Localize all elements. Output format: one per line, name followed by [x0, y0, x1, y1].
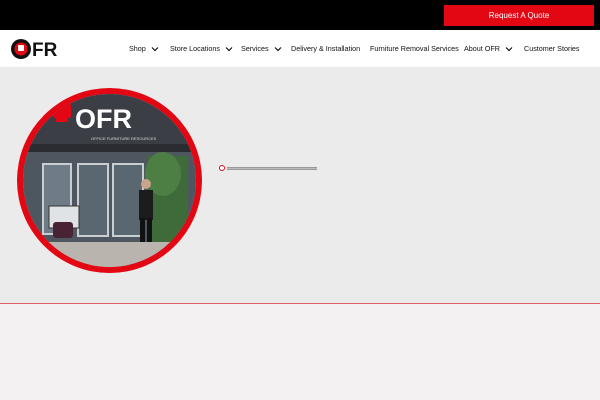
chevron-down-icon — [225, 46, 233, 51]
storefront-photo-frame: OFR OFFICE FURNITURE RESOURCES — [17, 88, 202, 273]
nav-shop[interactable]: Shop — [129, 30, 159, 67]
chevron-down-icon — [151, 46, 159, 51]
nav-label: Shop — [129, 44, 146, 53]
nav-label: Services — [241, 44, 269, 53]
nav-label: Delivery & Installation — [291, 44, 361, 53]
nav-label: Furniture Removal Services — [370, 44, 459, 53]
storefront-photo: OFR OFFICE FURNITURE RESOURCES — [23, 94, 196, 267]
top-bar: Request A Quote — [0, 0, 600, 30]
hero-slider-indicator[interactable] — [219, 164, 319, 172]
nav-customer-stories[interactable]: Customer Stories — [524, 30, 580, 67]
nav-delivery-installation[interactable]: Delivery & Installation — [291, 30, 360, 67]
nav-furniture-removal[interactable]: Furniture Removal Services — [370, 30, 459, 67]
nav-label: Store Locations — [170, 44, 220, 53]
storefront-sign-text: OFR — [75, 104, 132, 134]
chevron-down-icon — [274, 46, 281, 51]
request-quote-button[interactable]: Request A Quote — [444, 5, 594, 26]
nav-services[interactable]: Services — [241, 30, 282, 67]
slider-track[interactable] — [227, 166, 317, 170]
chevron-down-icon — [505, 46, 513, 51]
lower-section — [0, 304, 600, 400]
nav-label: Customer Stories — [524, 44, 580, 53]
nav-store-locations[interactable]: Store Locations — [170, 30, 233, 67]
nav-about-ofr[interactable]: About OFR — [464, 30, 513, 67]
nav-label: About OFR — [464, 44, 500, 53]
site-header: FR Shop Store Locations Services Deliver… — [0, 30, 600, 67]
storefront-subtitle: OFFICE FURNITURE RESOURCES — [91, 136, 157, 141]
storefront-illustration: OFR OFFICE FURNITURE RESOURCES — [23, 94, 196, 267]
svg-text:FR: FR — [32, 40, 58, 60]
slider-dot[interactable] — [219, 165, 225, 171]
ofr-logo[interactable]: FR — [10, 38, 74, 60]
